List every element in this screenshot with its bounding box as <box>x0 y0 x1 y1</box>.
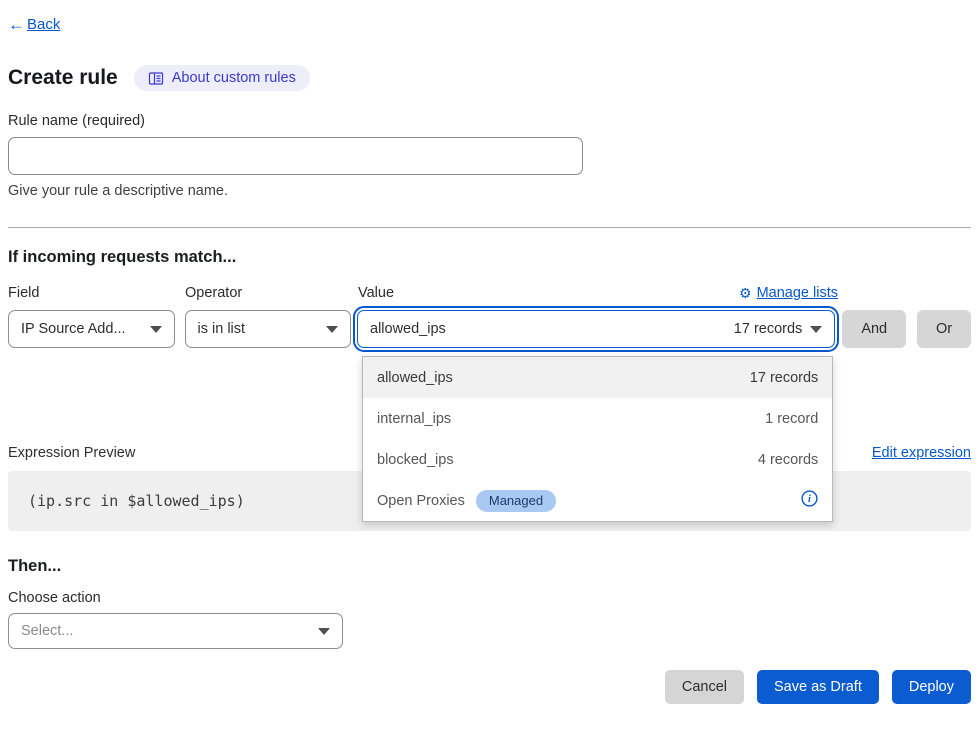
field-select-value: IP Source Add... <box>21 321 126 337</box>
value-select-wrap: allowed_ips 17 records allowed_ips 17 re… <box>357 310 835 348</box>
or-button[interactable]: Or <box>917 310 971 348</box>
value-select-value: allowed_ips <box>370 321 446 337</box>
chevron-down-icon <box>326 326 338 333</box>
match-section-heading: If incoming requests match... <box>8 248 971 267</box>
list-option-open-proxies[interactable]: Open Proxies Managed i <box>363 480 832 521</box>
action-select[interactable]: Select... <box>8 613 343 649</box>
cancel-button[interactable]: Cancel <box>665 670 744 704</box>
list-option-name: Open Proxies <box>377 493 465 509</box>
value-select-meta: 17 records <box>734 321 803 337</box>
chevron-down-icon <box>318 628 330 635</box>
value-select[interactable]: allowed_ips 17 records <box>357 310 835 348</box>
list-option-internal-ips[interactable]: internal_ips 1 record <box>363 398 832 439</box>
expression-preview-label: Expression Preview <box>8 445 135 461</box>
about-custom-rules-label: About custom rules <box>172 70 296 86</box>
condition-labels-row: Field Operator Value ⚙ Manage lists <box>8 285 971 301</box>
list-option-name: allowed_ips <box>377 370 453 386</box>
page-title: Create rule <box>8 66 118 90</box>
list-option-meta: 17 records <box>750 370 819 386</box>
title-row: Create rule About custom rules <box>8 65 971 91</box>
rule-name-label: Rule name (required) <box>8 113 971 129</box>
list-option-meta: 1 record <box>765 411 818 427</box>
back-link[interactable]: ← Back <box>8 16 60 33</box>
section-divider <box>8 227 971 228</box>
list-option-blocked-ips[interactable]: blocked_ips 4 records <box>363 439 832 480</box>
then-heading: Then... <box>8 557 971 576</box>
list-option-name: internal_ips <box>377 411 451 427</box>
edit-expression-link[interactable]: Edit expression <box>872 445 971 461</box>
value-label: Value <box>358 285 394 301</box>
list-dropdown-panel: allowed_ips 17 records internal_ips 1 re… <box>362 356 833 522</box>
rule-name-helper: Give your rule a descriptive name. <box>8 183 971 199</box>
list-option-allowed-ips[interactable]: allowed_ips 17 records <box>363 357 832 398</box>
create-rule-page: ← Back Create rule About custom rules Ru… <box>0 0 979 704</box>
info-icon[interactable]: i <box>801 490 818 511</box>
expression-code: (ip.src in $allowed_ips) <box>28 492 245 510</box>
svg-text:i: i <box>808 494 811 505</box>
rule-name-input[interactable] <box>8 137 583 175</box>
operator-select-value: is in list <box>198 321 246 337</box>
field-select[interactable]: IP Source Add... <box>8 310 175 348</box>
condition-row: IP Source Add... is in list allowed_ips … <box>8 310 971 348</box>
back-link-label: Back <box>27 16 60 33</box>
choose-action-label: Choose action <box>8 590 971 606</box>
about-custom-rules-link[interactable]: About custom rules <box>134 65 310 91</box>
footer-actions: Cancel Save as Draft Deploy <box>8 670 971 704</box>
deploy-button[interactable]: Deploy <box>892 670 971 704</box>
gear-icon: ⚙ <box>739 286 752 300</box>
managed-badge: Managed <box>476 490 556 512</box>
manage-lists-label: Manage lists <box>757 285 838 301</box>
book-icon <box>148 71 164 86</box>
field-label: Field <box>8 285 175 301</box>
operator-label: Operator <box>185 285 352 301</box>
operator-select[interactable]: is in list <box>185 310 352 348</box>
list-option-name: blocked_ips <box>377 452 454 468</box>
manage-lists-link[interactable]: ⚙ Manage lists <box>739 285 838 301</box>
save-as-draft-button[interactable]: Save as Draft <box>757 670 879 704</box>
list-option-meta: 4 records <box>758 452 818 468</box>
action-select-placeholder: Select... <box>21 623 73 639</box>
back-arrow-icon: ← <box>8 16 25 33</box>
chevron-down-icon <box>150 326 162 333</box>
and-button[interactable]: And <box>842 310 906 348</box>
chevron-down-icon <box>810 326 822 333</box>
